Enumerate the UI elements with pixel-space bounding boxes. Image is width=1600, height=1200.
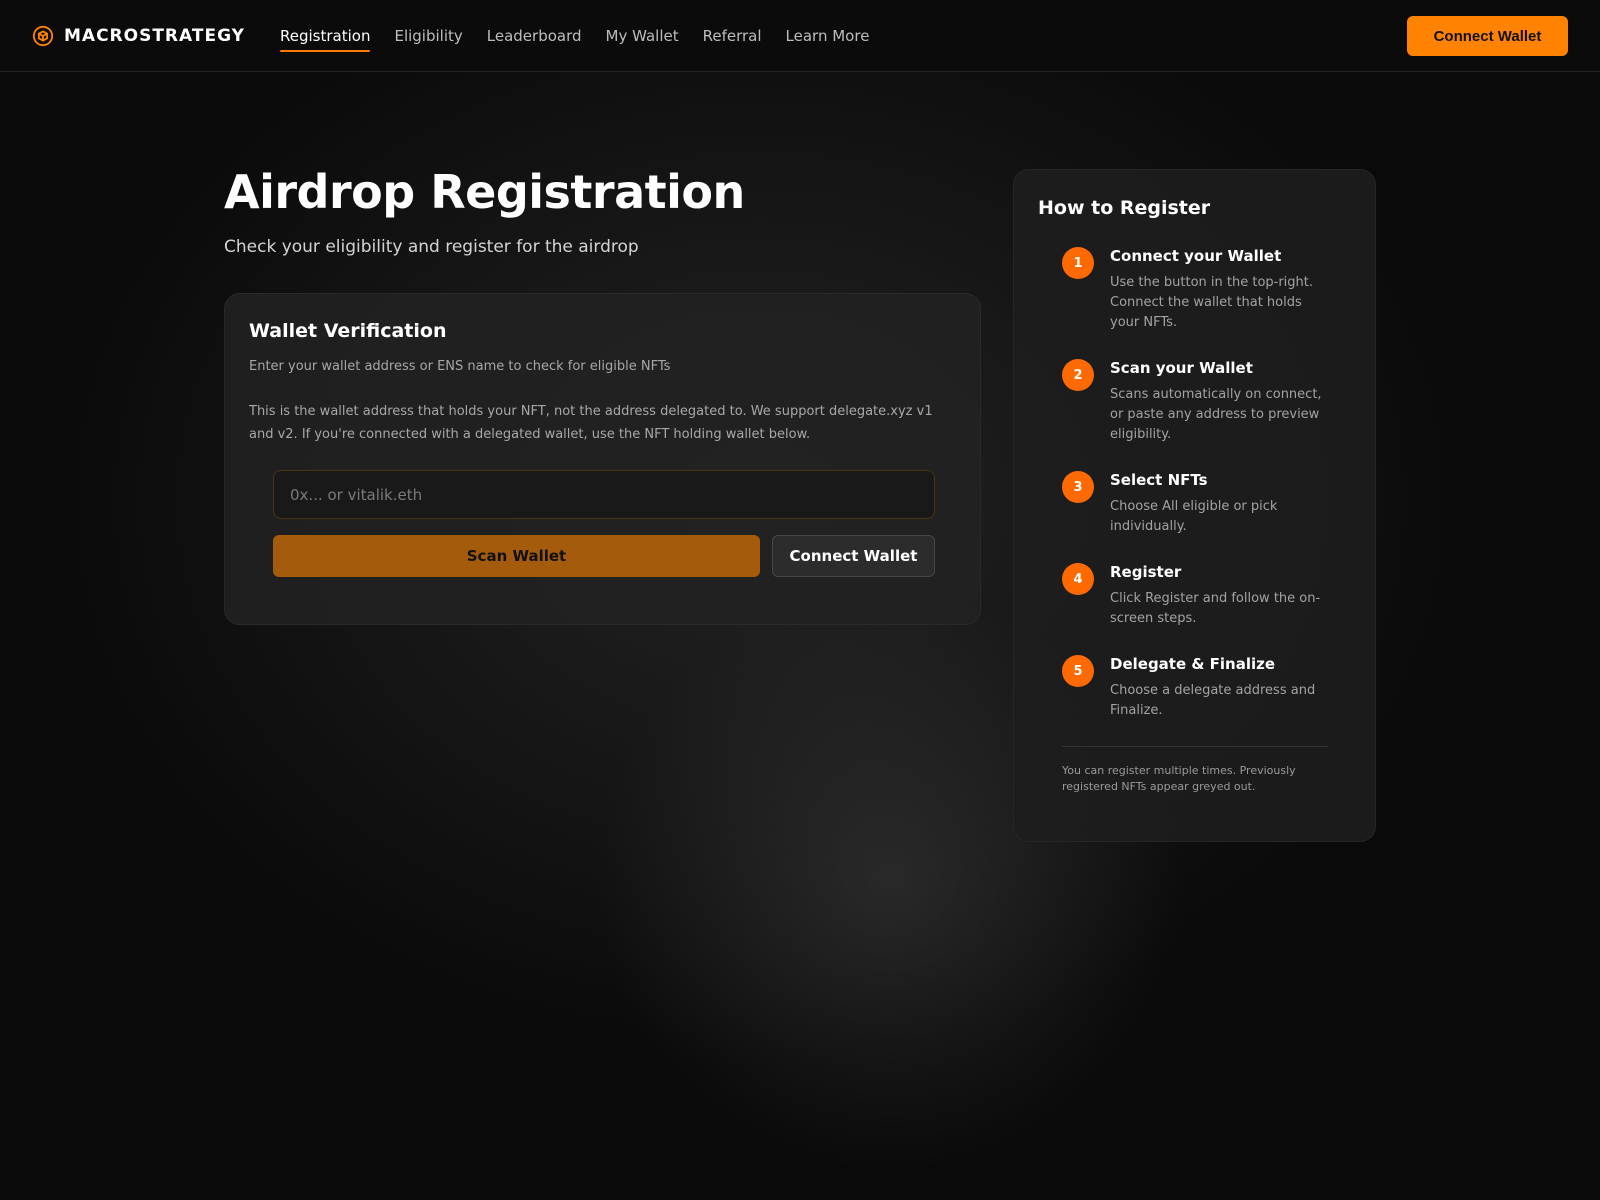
- brand-logo[interactable]: MACROSTRATEGY: [32, 24, 245, 48]
- step-description: Choose All eligible or pick individually…: [1110, 499, 1278, 534]
- step-number-badge: 1: [1062, 247, 1094, 279]
- step-title: Delegate & Finalize: [1110, 655, 1276, 673]
- nav-item-registration[interactable]: Registration: [280, 21, 371, 52]
- main-nav: Registration Eligibility Leaderboard My …: [280, 0, 869, 72]
- step-number-badge: 2: [1062, 359, 1094, 391]
- header-connect-wallet-button[interactable]: Connect Wallet: [1407, 16, 1568, 56]
- step-number-badge: 5: [1062, 655, 1094, 687]
- step-description: Scans automatically on connect, or paste…: [1110, 387, 1322, 442]
- step-description: Choose a delegate address and Finalize.: [1110, 683, 1316, 718]
- wallet-verification-card: Wallet Verification Enter your wallet ad…: [224, 293, 981, 625]
- howto-footnote: You can register multiple times. Previou…: [1062, 764, 1296, 793]
- wallet-address-input[interactable]: [273, 470, 935, 519]
- step-title: Select NFTs: [1110, 471, 1208, 489]
- step-title: Connect your Wallet: [1110, 247, 1282, 265]
- page-subtitle: Check your eligibility and register for …: [224, 237, 639, 257]
- wallet-card-note: This is the wallet address that holds yo…: [249, 404, 933, 442]
- step-number-badge: 4: [1062, 563, 1094, 595]
- howto-title: How to Register: [1038, 197, 1211, 219]
- card-connect-wallet-button[interactable]: Connect Wallet: [772, 535, 935, 577]
- nav-item-leaderboard[interactable]: Leaderboard: [487, 21, 582, 51]
- cube-logo-icon: [32, 25, 54, 47]
- nav-item-my-wallet[interactable]: My Wallet: [606, 21, 679, 51]
- step-title: Scan your Wallet: [1110, 359, 1253, 377]
- nav-item-learn-more[interactable]: Learn More: [786, 21, 870, 51]
- howto-divider: [1062, 746, 1328, 747]
- step-description: Use the button in the top-right. Connect…: [1110, 275, 1314, 330]
- nav-item-eligibility[interactable]: Eligibility: [394, 21, 462, 51]
- wallet-card-lead: Enter your wallet address or ENS name to…: [249, 359, 671, 374]
- wallet-card-title: Wallet Verification: [249, 320, 447, 342]
- nav-item-referral[interactable]: Referral: [703, 21, 762, 51]
- step-description: Click Register and follow the on-screen …: [1110, 591, 1321, 626]
- how-to-register-panel: How to Register 1 Connect your Wallet Us…: [1013, 169, 1376, 842]
- page-title: Airdrop Registration: [224, 165, 745, 219]
- step-number-badge: 3: [1062, 471, 1094, 503]
- top-navigation-bar: MACROSTRATEGY Registration Eligibility L…: [0, 0, 1600, 72]
- step-title: Register: [1110, 563, 1182, 581]
- brand-name: MACROSTRATEGY: [64, 26, 245, 46]
- scan-wallet-button[interactable]: Scan Wallet: [273, 535, 760, 577]
